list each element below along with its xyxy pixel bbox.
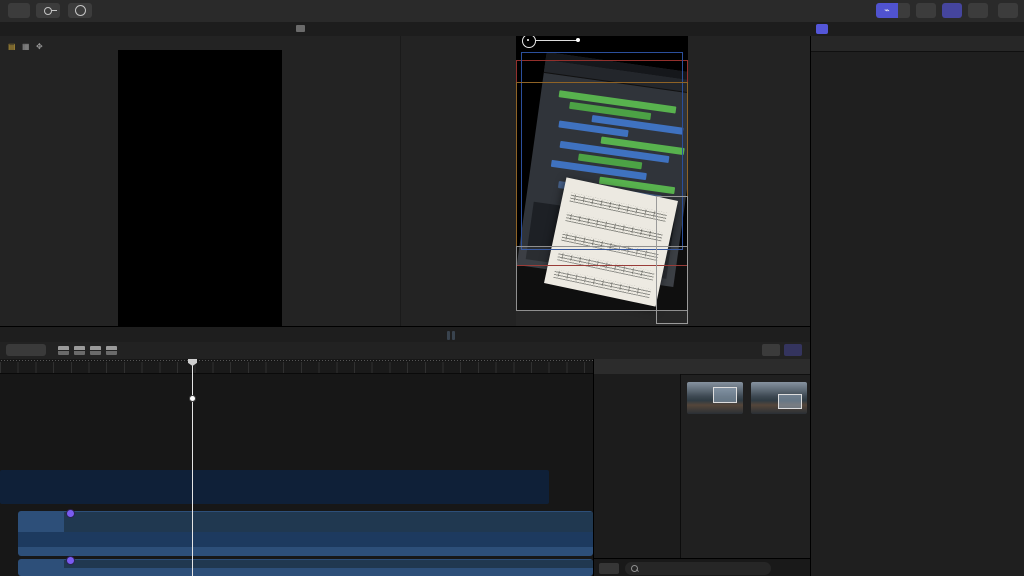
- browser-toggle-button[interactable]: [916, 3, 936, 18]
- tracker-icon: ⌁: [884, 5, 889, 16]
- inspector-panel: [810, 36, 1024, 576]
- video-clip-thumbnails: [0, 478, 549, 504]
- timeline-toolbar: [0, 342, 810, 360]
- transform-anchor-handle[interactable]: [522, 36, 536, 48]
- video-clip-label: [0, 470, 549, 478]
- clip-appearance-button[interactable]: [762, 344, 780, 356]
- effects-browser-button[interactable]: [784, 344, 802, 356]
- info-inspector-tab[interactable]: [880, 24, 892, 34]
- retime-button[interactable]: [52, 330, 54, 339]
- viewer-grid-icon[interactable]: ▦: [22, 42, 30, 51]
- marker-dot[interactable]: [66, 509, 75, 518]
- event-viewer-pane: ▤ ▦ ✥: [0, 36, 400, 326]
- connect-clip-button[interactable]: [58, 346, 69, 355]
- video-clip[interactable]: [0, 470, 549, 504]
- video-content-score-sheet: [544, 177, 678, 306]
- effect-item-callout[interactable]: [685, 382, 745, 417]
- viewer-canvas[interactable]: [516, 36, 688, 326]
- check-circle-icon: [75, 5, 86, 16]
- transform-rotation-line: [535, 40, 577, 41]
- stage-bottom-margin: [516, 310, 688, 326]
- tracker-dropdown-button[interactable]: [898, 3, 910, 18]
- audio-meters-icon[interactable]: [447, 331, 455, 340]
- audio-clip-filmstrip: [64, 512, 593, 532]
- share-button[interactable]: [998, 3, 1018, 18]
- transform-rotation-handle[interactable]: [576, 38, 580, 42]
- import-media-button[interactable]: [8, 3, 30, 18]
- sidebar-toggle-button[interactable]: [599, 563, 619, 574]
- effect-item-picture-in-picture[interactable]: [749, 382, 809, 417]
- inspector-tab-bar: [812, 22, 1024, 36]
- inspector-header: [811, 36, 1024, 52]
- audio-meters-toggle-button[interactable]: [968, 3, 988, 18]
- object-tracker-button[interactable]: ⌁: [876, 3, 898, 18]
- search-input[interactable]: [625, 562, 771, 575]
- keyframe-dot[interactable]: [189, 395, 196, 402]
- main-viewer-pane: [400, 36, 811, 326]
- effects-items: [681, 374, 811, 558]
- project-icon: [296, 25, 305, 32]
- background-tasks-button[interactable]: [68, 3, 92, 18]
- marker-dot[interactable]: [66, 556, 75, 565]
- audio-clip-1[interactable]: [18, 511, 593, 556]
- timeline-ruler[interactable]: [0, 362, 593, 374]
- effects-browser-panel: [593, 359, 811, 576]
- audio-clip-waveform-area: [18, 532, 593, 547]
- playhead[interactable]: [192, 359, 193, 576]
- text-inspector-tab[interactable]: [832, 24, 844, 34]
- effects-category-list: [594, 374, 681, 558]
- video-inspector-tab[interactable]: [816, 24, 828, 34]
- final-cut-pro-window: ⌁ ▤ ▦ ✥: [0, 0, 1024, 576]
- crop-tool-button[interactable]: [30, 330, 32, 339]
- color-inspector-tab[interactable]: [864, 24, 876, 34]
- timeline-toggle-button[interactable]: [942, 3, 962, 18]
- append-clip-button[interactable]: [90, 346, 101, 355]
- insert-clip-button[interactable]: [74, 346, 85, 355]
- effect-thumbnail: [687, 382, 743, 414]
- keyword-editor-button[interactable]: [36, 3, 60, 18]
- generator-inspector-tab[interactable]: [848, 24, 860, 34]
- audio-clip-2[interactable]: [18, 559, 593, 576]
- search-icon: [631, 565, 638, 572]
- transform-tool-button[interactable]: [8, 330, 10, 339]
- effects-header: [594, 359, 811, 375]
- overwrite-clip-button[interactable]: [106, 346, 117, 355]
- effects-search-bar: [594, 558, 811, 576]
- viewer-control-bar: [0, 326, 810, 343]
- event-viewer-frame: [118, 50, 282, 326]
- viewer-overlay-icon[interactable]: ▤: [8, 42, 16, 51]
- index-button[interactable]: [6, 344, 46, 356]
- timeline[interactable]: [0, 359, 593, 576]
- viewer-compare-icon[interactable]: ✥: [36, 42, 43, 51]
- effect-thumbnail: [751, 382, 807, 414]
- audio-clip-filmstrip: [64, 560, 593, 568]
- key-icon: [44, 7, 52, 15]
- main-toolbar: ⌁: [0, 0, 1024, 23]
